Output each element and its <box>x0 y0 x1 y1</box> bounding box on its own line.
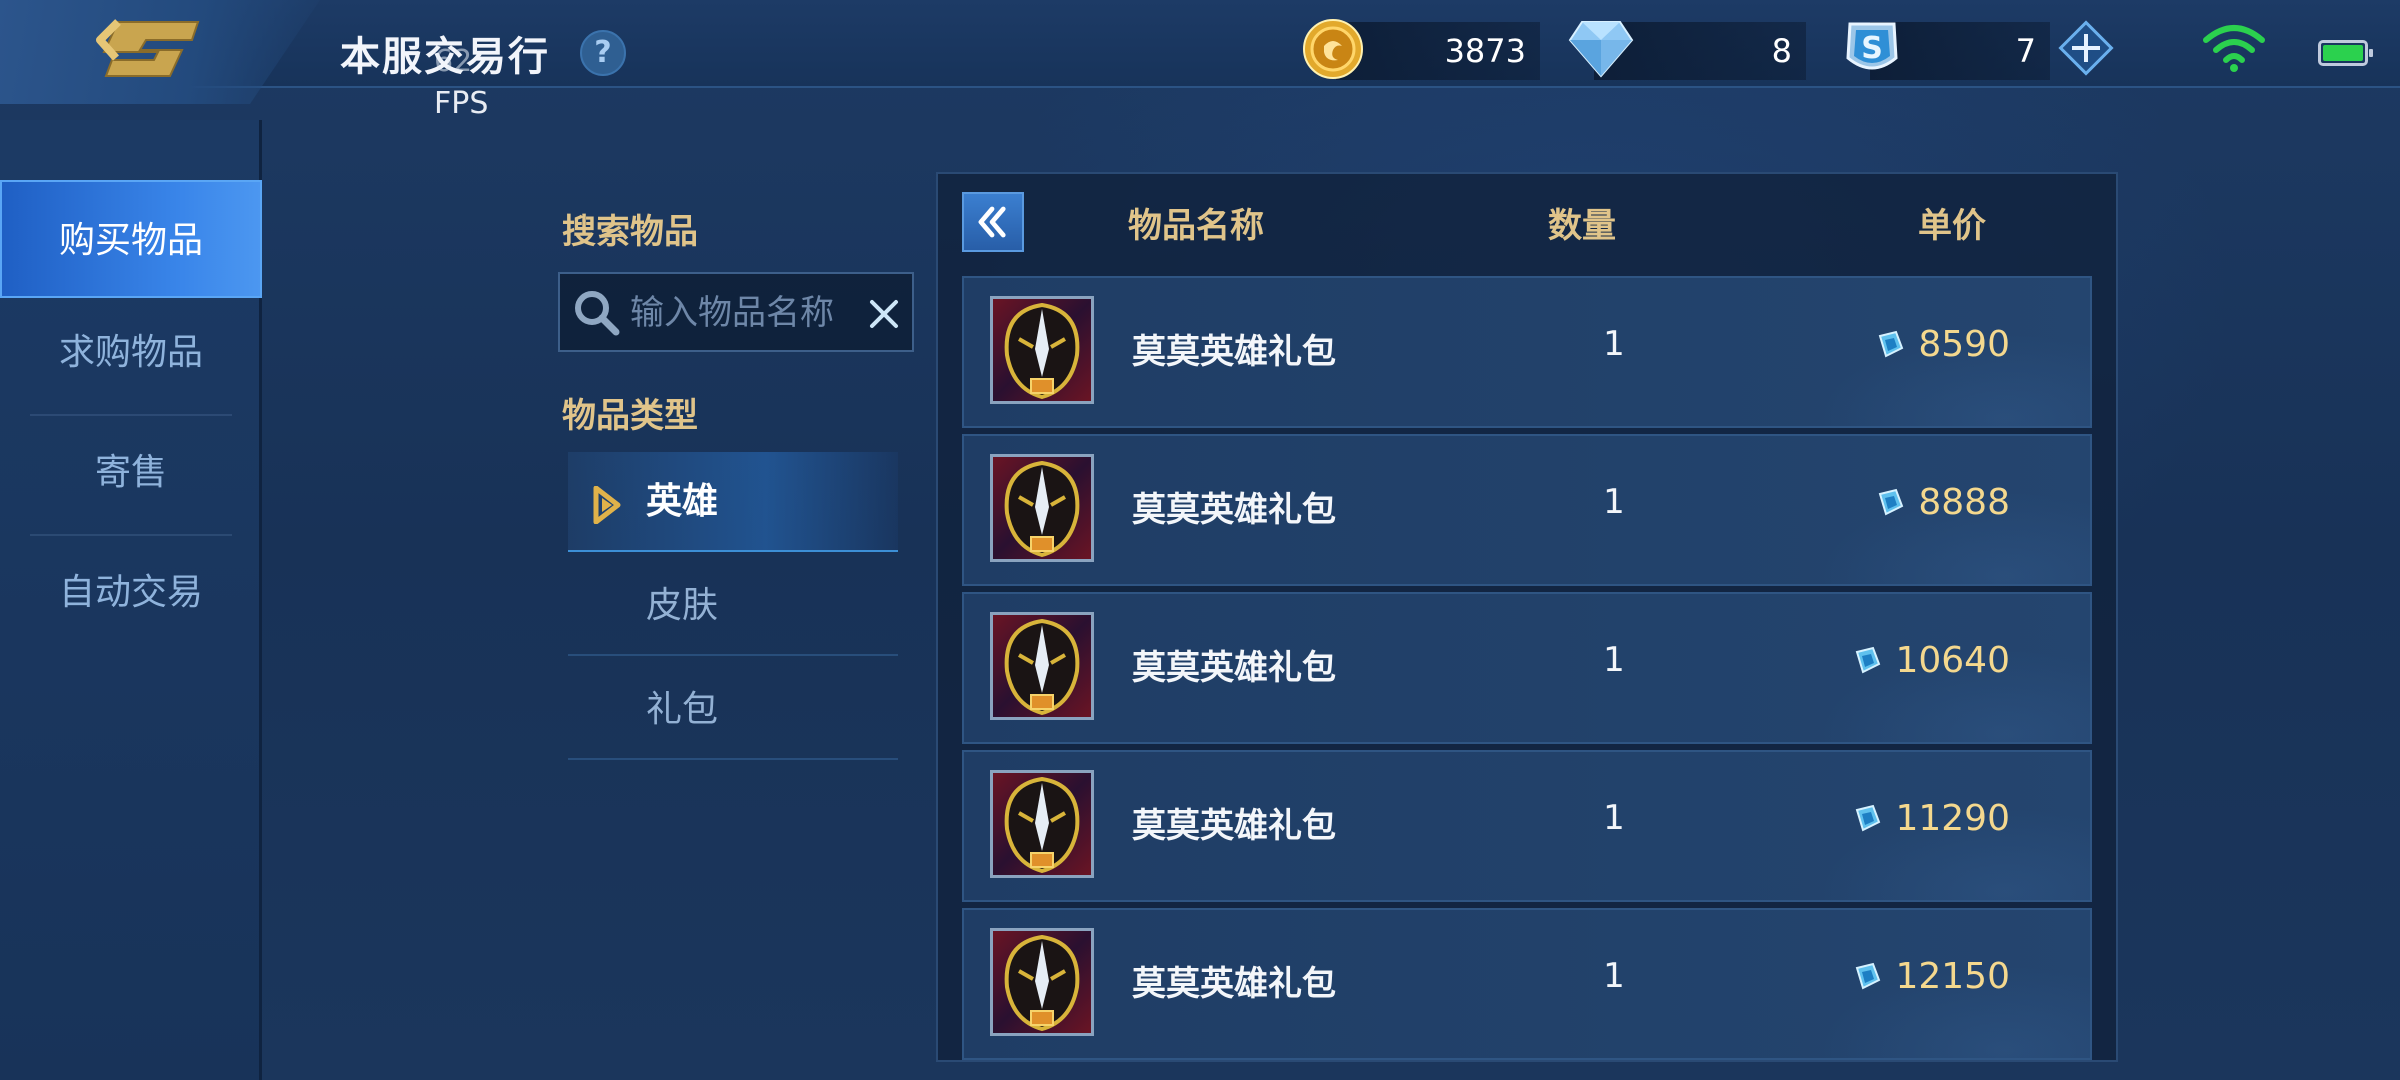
category-label: 皮肤 <box>646 585 719 626</box>
column-header-name: 物品名称 <box>1128 206 1264 246</box>
price-cell: 11290 <box>1853 796 2010 840</box>
add-currency-button[interactable] <box>2058 20 2114 76</box>
category-hero[interactable]: 英雄 <box>568 452 898 552</box>
item-price: 11290 <box>1895 797 2010 839</box>
coupon-icon <box>1879 330 1904 358</box>
item-name: 莫莫英雄礼包 <box>1132 332 1336 372</box>
clear-search-icon[interactable] <box>862 292 906 336</box>
coupon-icon <box>1856 646 1881 674</box>
search-section-label: 搜索物品 <box>562 212 698 252</box>
gold-currency-display: 3873 <box>1336 22 1540 80</box>
hero-mask-icon <box>1004 302 1080 400</box>
item-quantity: 1 <box>1603 798 1625 838</box>
category-label: 英雄 <box>646 481 719 522</box>
item-quantity: 1 <box>1603 640 1625 680</box>
gold-coin-icon <box>1303 19 1363 79</box>
hero-mask-icon <box>1004 460 1080 558</box>
back-arrow-icon[interactable] <box>96 14 216 84</box>
category-gift-pack[interactable]: 礼包 <box>568 660 898 760</box>
svg-text:S: S <box>1861 31 1883 66</box>
nav-item-buy[interactable]: 购买物品 <box>0 180 262 298</box>
price-cell: 12150 <box>1853 954 2010 998</box>
item-quantity: 1 <box>1603 956 1625 996</box>
hero-gift-pack-thumbnail <box>990 296 1094 404</box>
nav-item-consign[interactable]: 寄售 <box>0 414 262 532</box>
item-price: 8590 <box>1918 323 2010 365</box>
collapse-double-chevron-icon[interactable] <box>962 192 1024 252</box>
table-row[interactable]: 莫莫英雄礼包 1 10640 <box>962 592 2092 744</box>
coupon-icon <box>1856 962 1881 990</box>
search-box <box>558 272 914 352</box>
diamond-amount: 8 <box>1771 32 1792 70</box>
selected-arrow-icon <box>593 486 621 524</box>
item-name: 莫莫英雄礼包 <box>1132 490 1336 530</box>
column-header-quantity: 数量 <box>1548 206 1616 246</box>
table-row[interactable]: 莫莫英雄礼包 1 11290 <box>962 750 2092 902</box>
gold-amount: 3873 <box>1444 32 1526 70</box>
table-row[interactable]: 莫莫英雄礼包 1 12150 <box>962 908 2092 1060</box>
coupon-amount: 7 <box>2015 32 2036 70</box>
table-row[interactable]: 莫莫英雄礼包 1 8590 <box>962 276 2092 428</box>
price-cell: 10640 <box>1853 638 2010 682</box>
hero-mask-icon <box>1004 934 1080 1032</box>
hero-gift-pack-thumbnail <box>990 770 1094 878</box>
item-price: 10640 <box>1895 639 2010 681</box>
fps-value: 62 <box>434 44 473 79</box>
coupon-icon: S <box>1846 22 1898 70</box>
search-icon <box>575 291 620 336</box>
hero-mask-icon <box>1004 776 1080 874</box>
nav-item-auto-trade[interactable]: 自动交易 <box>0 534 262 652</box>
item-name: 莫莫英雄礼包 <box>1132 964 1336 1004</box>
column-header-price: 单价 <box>1918 206 1986 246</box>
item-price: 12150 <box>1895 955 2010 997</box>
wifi-icon <box>2203 25 2265 72</box>
price-cell: 8888 <box>1876 480 2010 524</box>
nav-item-request[interactable]: 求购物品 <box>0 294 262 412</box>
hero-mask-icon <box>1004 618 1080 716</box>
coupon-icon <box>1856 804 1881 832</box>
item-type-label: 物品类型 <box>562 396 698 436</box>
item-price: 8888 <box>1918 481 2010 523</box>
item-quantity: 1 <box>1603 324 1625 364</box>
table-row[interactable]: 莫莫英雄礼包 1 8888 <box>962 434 2092 586</box>
item-name: 莫莫英雄礼包 <box>1132 648 1336 688</box>
battery-icon <box>2318 40 2373 66</box>
price-cell: 8590 <box>1876 322 2010 366</box>
fps-label: FPS <box>434 86 489 121</box>
category-label: 礼包 <box>646 689 719 730</box>
diamond-icon <box>1568 21 1634 78</box>
item-name: 莫莫英雄礼包 <box>1132 806 1336 846</box>
category-skin[interactable]: 皮肤 <box>568 556 898 656</box>
item-quantity: 1 <box>1603 482 1625 522</box>
coupon-icon <box>1879 488 1904 516</box>
hero-gift-pack-thumbnail <box>990 612 1094 720</box>
hero-gift-pack-thumbnail <box>990 454 1094 562</box>
trading-house-screen: 本服交易行 62 FPS ? 3873 8 7 S 购买物品 求购物品 寄售 自… <box>0 0 2400 1080</box>
hero-gift-pack-thumbnail <box>990 928 1094 1036</box>
search-input[interactable] <box>630 288 860 338</box>
help-button[interactable]: ? <box>580 30 626 76</box>
